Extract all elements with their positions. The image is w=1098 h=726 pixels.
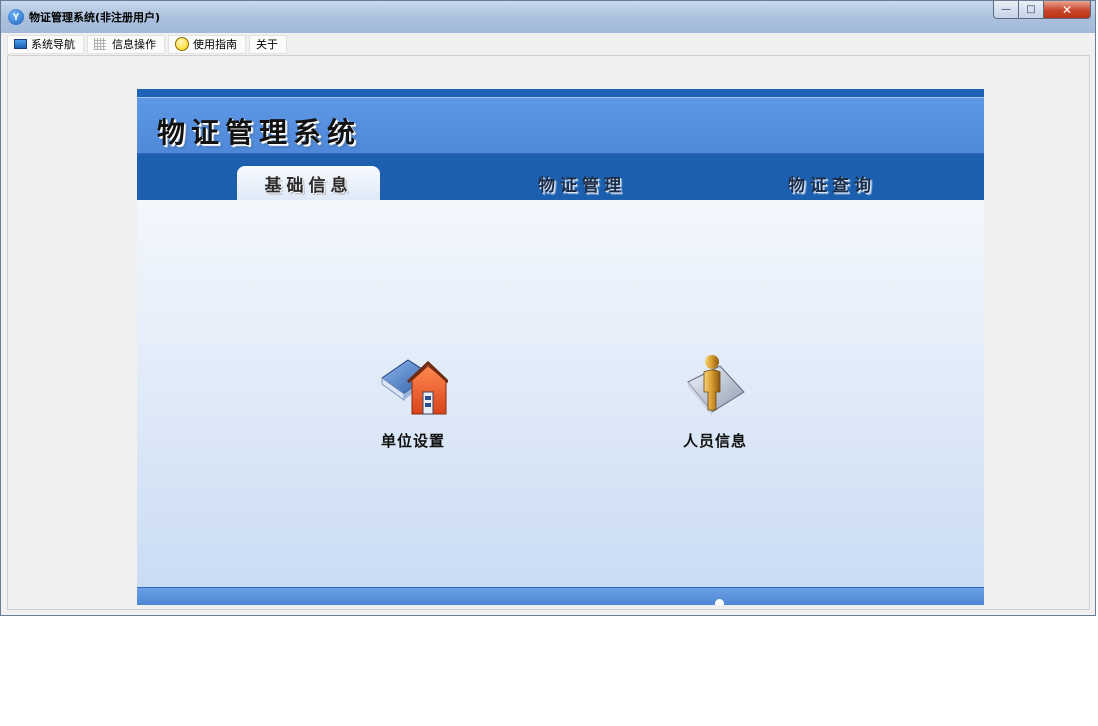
menu-item-about[interactable]: 关于	[249, 34, 287, 54]
system-title: 物证管理系统	[157, 116, 362, 149]
tab-bar: 基础信息 物证管理 物证查询	[137, 154, 984, 200]
bulb-icon	[175, 37, 189, 51]
main-panel: 物证管理系统 基础信息 物证管理 物证查询 单位设置 人员信息	[137, 89, 984, 605]
window-title: 物证管理系统(非注册用户)	[29, 11, 161, 24]
grid-icon	[94, 38, 106, 50]
menu-item-info-ops[interactable]: 信息操作	[87, 34, 165, 54]
menu-item-label: 系统导航	[31, 38, 75, 51]
unit-settings-button[interactable]: 单位设置	[353, 352, 473, 451]
panel-footer	[137, 587, 984, 605]
window-controls: — □ ✕	[993, 1, 1091, 19]
footer-dot	[715, 599, 724, 605]
person-info-button[interactable]: 人员信息	[655, 352, 775, 451]
monitor-icon	[14, 39, 27, 49]
menu-item-system-nav[interactable]: 系统导航	[7, 34, 84, 54]
panel-header: 物证管理系统	[137, 98, 984, 154]
menu-item-label: 使用指南	[193, 38, 237, 51]
tab-evidence-query[interactable]: 物证查询	[747, 166, 917, 200]
tab-evidence-management[interactable]: 物证管理	[497, 166, 667, 200]
panel-top-strip	[137, 89, 984, 98]
maximize-button[interactable]: □	[1019, 1, 1044, 19]
menu-bar: 系统导航 信息操作 使用指南 关于	[7, 34, 290, 54]
menu-item-label: 关于	[256, 38, 278, 51]
close-button[interactable]: ✕	[1044, 1, 1091, 19]
title-bar[interactable]: Y 物证管理系统(非注册用户) — □ ✕	[1, 1, 1095, 33]
app-logo-icon: Y	[8, 9, 24, 25]
minimize-button[interactable]: —	[993, 1, 1019, 19]
unit-settings-icon	[381, 359, 450, 415]
menu-item-user-guide[interactable]: 使用指南	[168, 34, 246, 54]
menu-item-label: 信息操作	[112, 38, 156, 51]
tab-basic-info[interactable]: 基础信息	[237, 166, 380, 200]
feature-label: 人员信息	[682, 432, 747, 450]
feature-label: 单位设置	[380, 432, 445, 450]
person-info-icon	[687, 355, 745, 416]
